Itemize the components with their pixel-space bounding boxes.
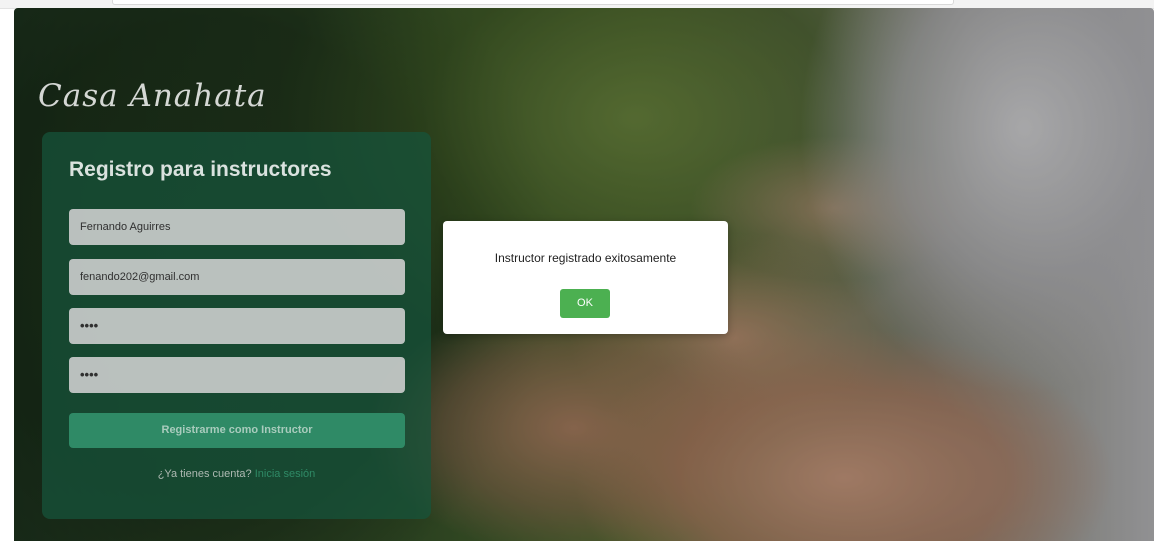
dialog-message: Instructor registrado exitosamente xyxy=(494,251,677,265)
modal-overlay: Instructor registrado exitosamente OK xyxy=(0,0,1154,541)
success-dialog: Instructor registrado exitosamente OK xyxy=(443,221,728,334)
ok-button[interactable]: OK xyxy=(560,289,610,318)
